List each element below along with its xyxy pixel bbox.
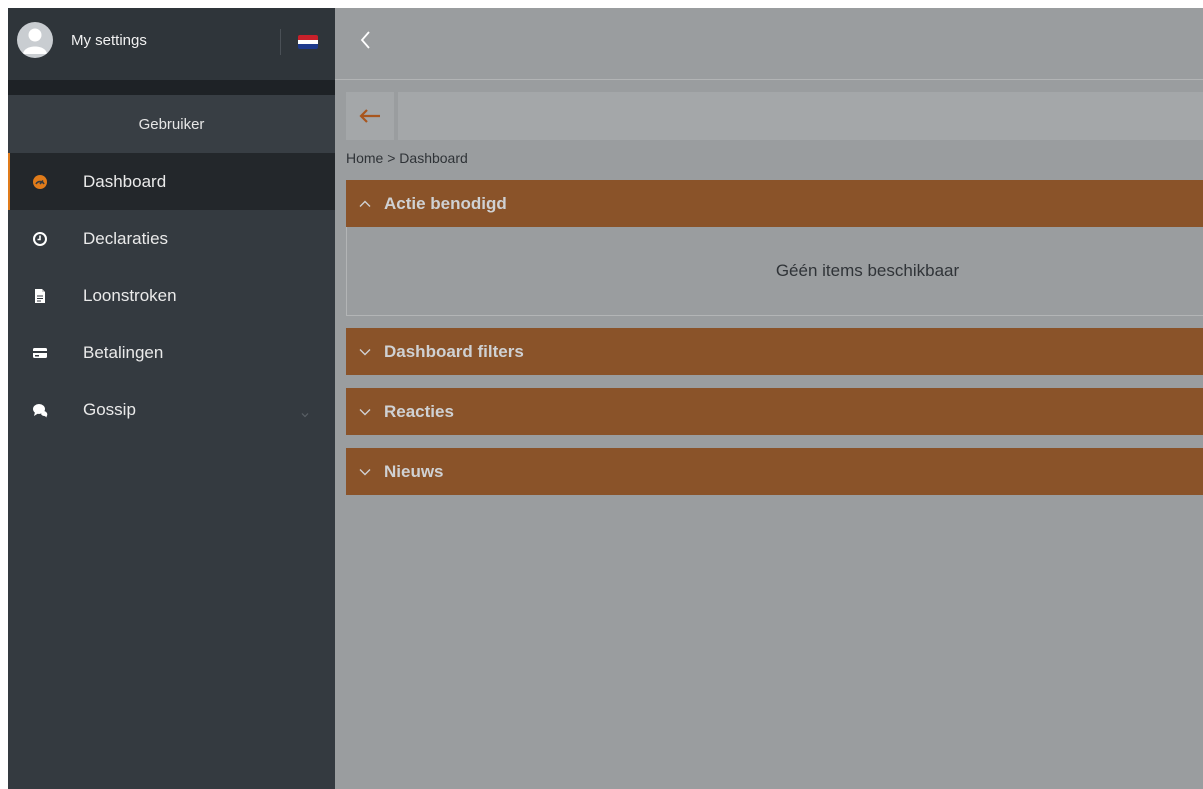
chevron-up-icon	[358, 197, 372, 211]
panel-body-actie-benodigd: Géén items beschikbaar	[346, 227, 1203, 316]
sidebar-item-gossip[interactable]: Gossip	[8, 381, 335, 438]
dashboard-gauge-icon	[32, 174, 48, 190]
sidebar-item-loonstroken[interactable]: Loonstroken	[8, 267, 335, 324]
chevron-down-icon	[358, 465, 372, 479]
top-bar	[335, 8, 1203, 80]
toolbar-space	[398, 92, 1203, 140]
chat-bubbles-icon	[32, 402, 48, 418]
chevron-down-icon	[358, 345, 372, 359]
header-divider	[280, 29, 281, 55]
toolbar	[346, 92, 1203, 140]
chevron-down-icon	[358, 405, 372, 419]
panel-header-actie-benodigd[interactable]: Actie benodigd	[346, 180, 1203, 227]
sidebar-item-dashboard[interactable]: Dashboard	[8, 153, 335, 210]
back-button[interactable]	[346, 92, 394, 140]
my-settings-link[interactable]: My settings	[71, 32, 147, 49]
sidebar-item-declaraties[interactable]: Declaraties	[8, 210, 335, 267]
sidebar-item-label: Betalingen	[83, 342, 164, 362]
panel-title: Nieuws	[384, 461, 444, 481]
chevron-down-icon[interactable]	[300, 405, 310, 417]
sidebar-section-title: Gebruiker	[8, 95, 335, 153]
chevron-left-icon	[360, 31, 370, 49]
empty-state-message: Géén items beschikbaar	[775, 261, 960, 280]
arrow-left-icon	[359, 109, 380, 123]
panel-header-dashboard-filters[interactable]: Dashboard filters	[346, 328, 1203, 375]
app-frame: My settings Gebruiker Dashboard Declarat…	[8, 8, 1203, 789]
sidebar-separator	[8, 80, 335, 95]
sidebar-item-label: Loonstroken	[83, 285, 177, 305]
panel-title: Actie benodigd	[384, 193, 507, 213]
sidebar: My settings Gebruiker Dashboard Declarat…	[8, 8, 335, 789]
credit-card-icon	[32, 345, 48, 361]
panel-header-nieuws[interactable]: Nieuws	[346, 448, 1203, 495]
sidebar-item-label: Dashboard	[83, 171, 167, 191]
sidebar-item-label: Declaraties	[83, 228, 169, 248]
collapse-sidebar-button[interactable]	[355, 26, 377, 54]
sidebar-item-label: Gossip	[83, 399, 136, 419]
main-content: Home > Dashboard Actie benodigd Géén ite…	[335, 8, 1203, 789]
document-icon	[32, 288, 48, 304]
panel-title: Dashboard filters	[384, 341, 524, 361]
breadcrumb: Home > Dashboard	[346, 150, 468, 166]
panel-title: Reacties	[384, 401, 454, 421]
clock-icon	[32, 231, 48, 247]
user-avatar-icon[interactable]	[17, 22, 53, 58]
sidebar-item-betalingen[interactable]: Betalingen	[8, 324, 335, 381]
panel-header-reacties[interactable]: Reacties	[346, 388, 1203, 435]
flag-netherlands-icon[interactable]	[298, 35, 318, 49]
sidebar-header: My settings	[8, 8, 335, 80]
